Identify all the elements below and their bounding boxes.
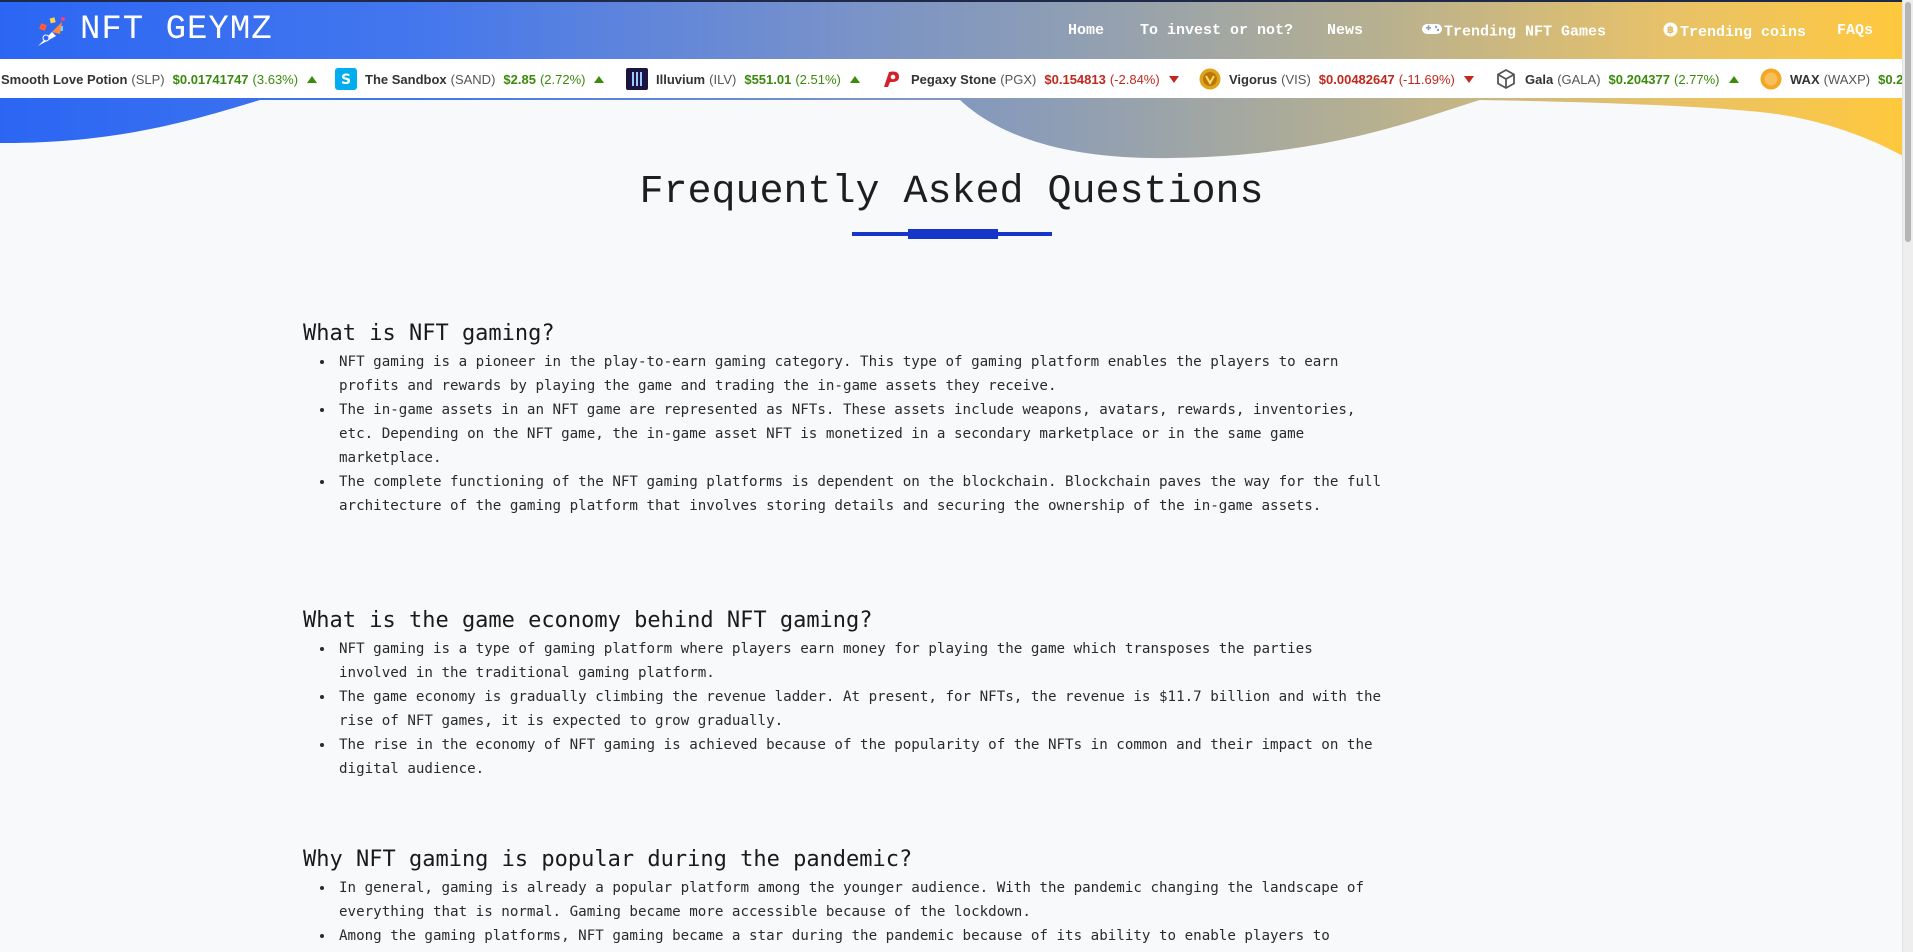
ticker-symbol: (WAXP) — [1823, 71, 1871, 87]
ticker-name: Pegaxy Stone — [911, 71, 997, 87]
crypto-ticker: Smooth Love Potion (SLP) $0.01741747 (3.… — [0, 59, 1903, 100]
title-underline-accent — [908, 229, 998, 239]
page: NFT GEYMZ Home To invest or not? News Tr… — [0, 0, 1913, 952]
nav-invest[interactable]: To invest or not? — [1140, 22, 1293, 39]
arrow-down-icon — [1463, 75, 1474, 83]
wax-logo-icon — [1760, 68, 1782, 90]
ticker-symbol: (PGX) — [1000, 71, 1037, 87]
ticker-item[interactable]: S The Sandbox (SAND) $2.85 (2.72%) — [335, 59, 605, 99]
ticker-change: (2.77%) — [1673, 71, 1720, 87]
page-scrollbar[interactable] — [1902, 0, 1913, 952]
nav-trending-coins-label: Trending coins — [1680, 23, 1807, 41]
bitcoin-icon: ฿ — [1663, 22, 1678, 42]
faq-question: Why NFT gaming is popular during the pan… — [303, 847, 913, 872]
scrollbar-thumb[interactable] — [1905, 2, 1911, 242]
faq-answer-item: The rise in the economy of NFT gaming is… — [335, 733, 1383, 781]
arrow-up-icon — [849, 75, 860, 83]
ticker-symbol: (SLP) — [131, 71, 165, 87]
ticker-price: $0.154813 — [1044, 71, 1106, 87]
ticker-item[interactable]: Gala (GALA) $0.204377 (2.77%) — [1495, 59, 1739, 99]
gala-logo-icon — [1495, 68, 1517, 90]
ticker-name: Smooth Love Potion — [1, 71, 128, 87]
ticker-price: $0.01741747 — [172, 71, 249, 87]
ticker-name: Gala — [1525, 71, 1554, 87]
faq-section: What is NFT gaming? NFT gaming is a pion… — [303, 320, 1383, 518]
ticker-change: (2.51%) — [795, 71, 841, 87]
pegaxy-logo-icon — [881, 68, 903, 90]
ticker-symbol: (VIS) — [1281, 71, 1311, 87]
faq-section: Why NFT gaming is popular during the pan… — [303, 846, 1383, 948]
brand-name: NFT GEYMZ — [80, 11, 273, 49]
ticker-item[interactable]: Vigorus (VIS) $0.00482647 (-11.69%) — [1199, 59, 1474, 99]
ticker-change: (-11.69%) — [1398, 71, 1455, 87]
ticker-price: $0.204377 — [1608, 71, 1670, 87]
ticker-item[interactable]: WAX (WAXP) $0.2 — [1760, 59, 1903, 99]
arrow-up-icon — [594, 75, 605, 83]
top-navbar: NFT GEYMZ Home To invest or not? News Tr… — [0, 0, 1903, 59]
faq-answer-item: NFT gaming is a type of gaming platform … — [335, 637, 1383, 685]
arrow-down-icon — [1168, 75, 1179, 83]
page-title: Frequently Asked Questions — [639, 170, 1264, 215]
nav-trending-nft-games[interactable]: Trending NFT Games — [1422, 22, 1606, 41]
ticker-symbol: (GALA) — [1557, 71, 1601, 87]
faq-answer-item: In general, gaming is already a popular … — [335, 876, 1383, 924]
illuvium-logo-icon — [626, 68, 648, 90]
faq-answer-item: Among the gaming platforms, NFT gaming b… — [335, 924, 1383, 948]
sandbox-logo-icon: S — [335, 68, 357, 90]
faq-question: What is NFT gaming? — [303, 321, 555, 346]
ticker-change: (3.63%) — [252, 71, 299, 87]
svg-text:฿: ฿ — [1667, 25, 1674, 36]
svg-text:S: S — [341, 72, 351, 88]
ticker-name: The Sandbox — [365, 71, 447, 87]
header-wave-decoration — [0, 98, 1903, 159]
arrow-up-icon — [1728, 75, 1739, 83]
ticker-price: $2.85 — [503, 71, 536, 87]
arrow-up-icon — [307, 75, 318, 83]
nav-faqs[interactable]: FAQs — [1837, 22, 1873, 39]
ticker-name: WAX — [1790, 71, 1820, 87]
faq-answer-item: The in-game assets in an NFT game are re… — [335, 398, 1383, 470]
rocket-logo-icon — [32, 10, 72, 50]
nav-home[interactable]: Home — [1068, 22, 1104, 39]
ticker-symbol: (ILV) — [709, 71, 737, 87]
ticker-price: $551.01 — [744, 71, 792, 87]
nav-news[interactable]: News — [1327, 22, 1363, 39]
faq-question: What is the game economy behind NFT gami… — [303, 608, 873, 633]
ticker-name: Vigorus — [1229, 71, 1278, 87]
ticker-item[interactable]: Smooth Love Potion (SLP) $0.01741747 (3.… — [1, 59, 318, 99]
gamepad-icon — [1422, 22, 1442, 41]
faq-answer-item: The complete functioning of the NFT gami… — [335, 470, 1383, 518]
faq-answer-list: NFT gaming is a pioneer in the play-to-e… — [303, 350, 1383, 518]
title-underline — [852, 229, 1052, 239]
ticker-item[interactable]: Pegaxy Stone (PGX) $0.154813 (-2.84%) — [881, 59, 1179, 99]
brand-logo[interactable]: NFT GEYMZ — [32, 10, 273, 50]
ticker-name: Illuvium — [656, 71, 706, 87]
faq-answer-item: NFT gaming is a pioneer in the play-to-e… — [335, 350, 1383, 398]
ticker-change: (2.72%) — [539, 71, 586, 87]
vigorus-logo-icon — [1199, 68, 1221, 90]
ticker-symbol: (SAND) — [450, 71, 496, 87]
faq-answer-item: The game economy is gradually climbing t… — [335, 685, 1383, 733]
ticker-price: $0.2 — [1878, 71, 1903, 87]
nav-trending-coins[interactable]: ฿ Trending coins — [1663, 22, 1806, 42]
nav-trending-nft-games-label: Trending NFT Games — [1444, 23, 1607, 41]
ticker-item[interactable]: Illuvium (ILV) $551.01 (2.51%) — [626, 59, 860, 99]
faq-answer-list: NFT gaming is a type of gaming platform … — [303, 637, 1383, 781]
ticker-change: (-2.84%) — [1109, 71, 1160, 87]
faq-answer-list: In general, gaming is already a popular … — [303, 876, 1383, 948]
faq-section: What is the game economy behind NFT gami… — [303, 607, 1383, 781]
ticker-price: $0.00482647 — [1318, 71, 1395, 87]
